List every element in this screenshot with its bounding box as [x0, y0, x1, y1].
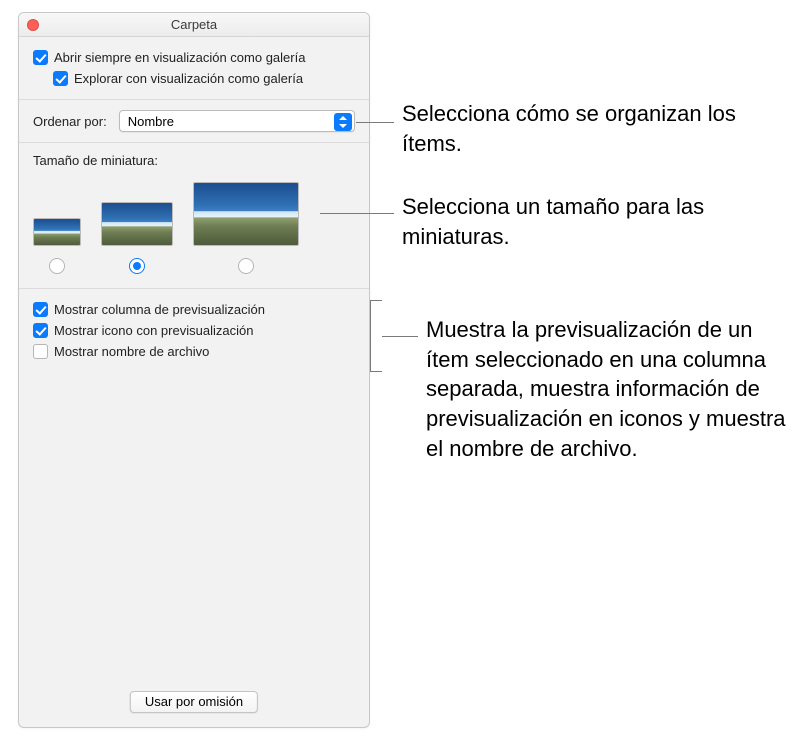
- view-options-window: Carpeta Abrir siempre en visualización c…: [18, 12, 370, 728]
- button-label: Usar por omisión: [145, 694, 243, 709]
- sort-label: Ordenar por:: [33, 114, 107, 129]
- callout-thumb: Selecciona un tamaño para las miniaturas…: [402, 192, 772, 251]
- callout-lead-thumb: [320, 213, 394, 214]
- section-view-options: Mostrar columna de previsualización Most…: [19, 289, 369, 727]
- checkbox-label: Mostrar columna de previsualización: [54, 302, 265, 317]
- callout-bracket-checks: [370, 300, 382, 372]
- thumb-preview-medium: [101, 202, 173, 246]
- thumb-preview-large: [193, 182, 299, 246]
- checkbox-label: Explorar con visualización como galería: [74, 71, 303, 86]
- thumb-size-label: Tamaño de miniatura:: [33, 153, 355, 168]
- checkbox-preview-column[interactable]: [33, 302, 48, 317]
- close-icon[interactable]: [27, 19, 39, 31]
- callout-checks: Muestra la previsualización de un ítem s…: [426, 315, 786, 463]
- thumb-radio-small[interactable]: [49, 258, 65, 274]
- use-as-defaults-button[interactable]: Usar por omisión: [130, 691, 258, 713]
- checkbox-label: Mostrar nombre de archivo: [54, 344, 209, 359]
- callout-lead-checks: [382, 336, 418, 337]
- section-sort: Ordenar por: Nombre: [19, 100, 369, 143]
- checkbox-row-open-always[interactable]: Abrir siempre en visualización como gale…: [33, 47, 355, 68]
- updown-icon: [334, 113, 352, 131]
- thumb-radio-large[interactable]: [238, 258, 254, 274]
- titlebar: Carpeta: [19, 13, 369, 37]
- thumb-preview-small: [33, 218, 81, 246]
- checkbox-filename[interactable]: [33, 344, 48, 359]
- checkbox-row-preview-column[interactable]: Mostrar columna de previsualización: [33, 299, 355, 320]
- checkbox-label: Abrir siempre en visualización como gale…: [54, 50, 305, 65]
- sort-value: Nombre: [128, 114, 174, 129]
- callout-sort: Selecciona cómo se organizan los ítems.: [402, 99, 772, 158]
- checkbox-icon-preview[interactable]: [33, 323, 48, 338]
- callout-lead-sort: [356, 122, 394, 123]
- checkbox-row-browse[interactable]: Explorar con visualización como galería: [33, 68, 355, 89]
- section-thumb-size: Tamaño de miniatura:: [19, 143, 369, 289]
- checkbox-open-always[interactable]: [33, 50, 48, 65]
- checkbox-browse[interactable]: [53, 71, 68, 86]
- checkbox-label: Mostrar icono con previsualización: [54, 323, 253, 338]
- sort-popup[interactable]: Nombre: [119, 110, 355, 132]
- checkbox-row-filename[interactable]: Mostrar nombre de archivo: [33, 341, 355, 362]
- window-title: Carpeta: [171, 17, 217, 32]
- checkbox-row-icon-preview[interactable]: Mostrar icono con previsualización: [33, 320, 355, 341]
- section-open-mode: Abrir siempre en visualización como gale…: [19, 37, 369, 100]
- thumb-radio-medium[interactable]: [129, 258, 145, 274]
